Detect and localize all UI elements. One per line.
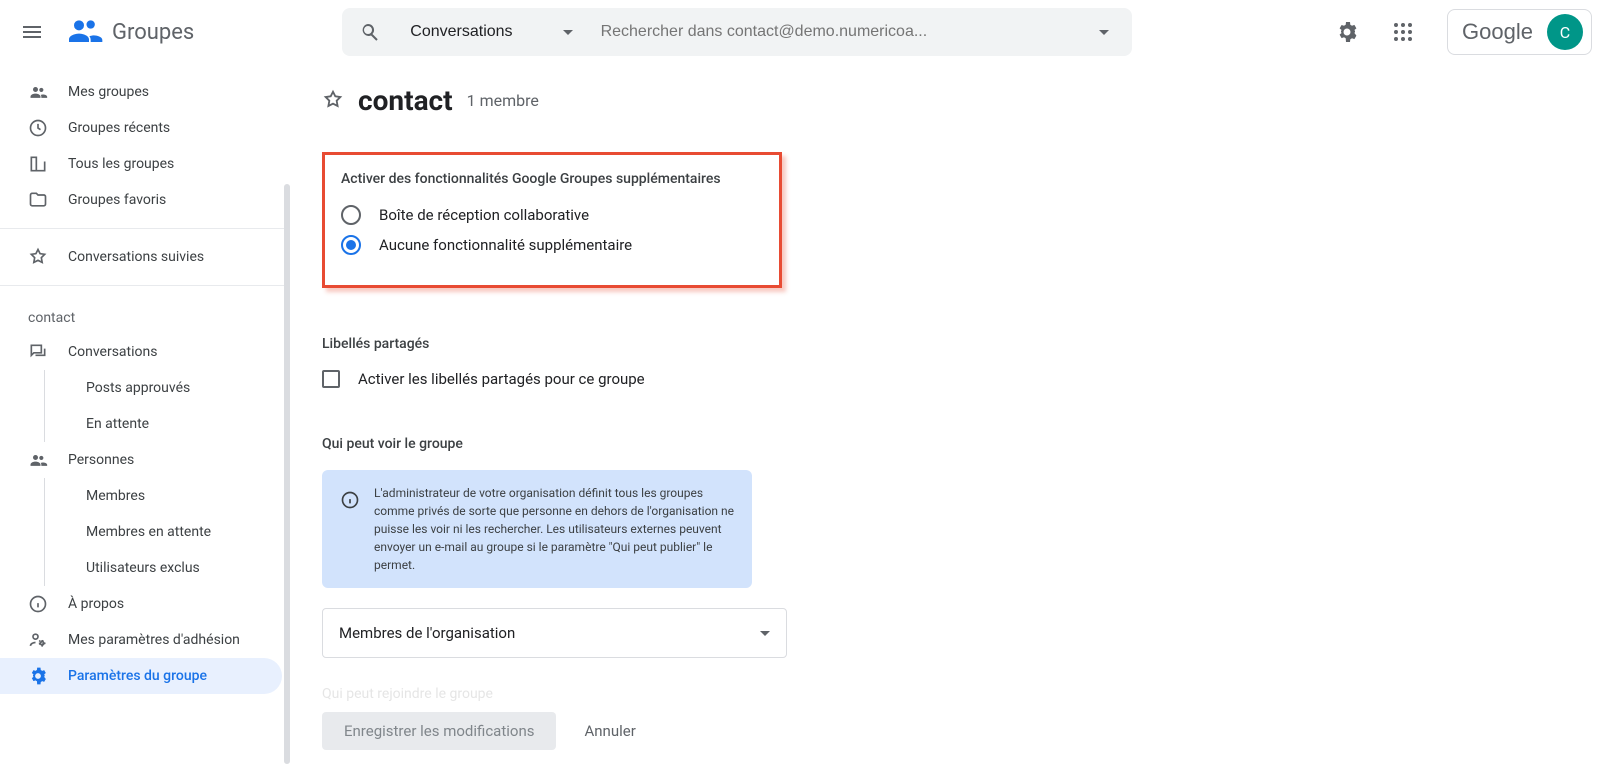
sidebar-item-pending-members[interactable]: Membres en attente — [0, 514, 282, 550]
folder-star-icon — [28, 190, 48, 210]
page-title: contact — [358, 84, 453, 117]
user-gear-icon — [28, 630, 48, 650]
select-value: Membres de l'organisation — [339, 624, 515, 642]
visibility-select[interactable]: Membres de l'organisation — [322, 608, 787, 658]
clock-icon — [28, 118, 48, 138]
search-scope-dropdown[interactable]: Conversations — [398, 23, 584, 41]
checkbox-label: Activer les libellés partagés pour ce gr… — [358, 370, 645, 388]
radio-button[interactable] — [341, 205, 361, 225]
section-heading: Qui peut voir le groupe — [322, 436, 1576, 452]
cancel-button[interactable]: Annuler — [576, 712, 643, 750]
sidebar: Mes groupes Groupes récents Tous les gro… — [0, 64, 290, 764]
star-outline-icon — [322, 89, 344, 111]
search-input[interactable] — [593, 23, 1077, 41]
sidebar-item-my-groups[interactable]: Mes groupes — [0, 74, 282, 110]
chevron-down-icon — [1099, 30, 1109, 35]
section-heading: Activer des fonctionnalités Google Group… — [341, 171, 763, 187]
main-menu-button[interactable] — [8, 8, 56, 56]
section-heading: Libellés partagés — [322, 336, 1576, 352]
main-content: contact 1 membre Activer des fonctionnal… — [290, 64, 1600, 764]
form-footer: Enregistrer les modifications Annuler — [322, 712, 1600, 750]
sidebar-item-favorite-groups[interactable]: Groupes favoris — [0, 182, 282, 218]
shared-labels-checkbox-row[interactable]: Activer les libellés partagés pour ce gr… — [322, 370, 1576, 388]
chevron-down-icon — [563, 30, 573, 35]
sidebar-item-starred-conversations[interactable]: Conversations suivies — [0, 239, 282, 275]
star-outline-icon — [28, 247, 48, 267]
apps-button[interactable] — [1379, 8, 1427, 56]
account-switcher[interactable]: Google C — [1447, 9, 1592, 55]
chevron-down-icon — [760, 631, 770, 636]
sidebar-item-conversations[interactable]: Conversations — [0, 334, 282, 370]
app-header: Groupes Conversations Google C — [0, 0, 1600, 64]
section-heading: Qui peut rejoindre le groupe — [322, 686, 1576, 702]
apps-grid-icon — [1391, 20, 1415, 44]
search-bar: Conversations — [342, 8, 1132, 56]
info-icon — [28, 594, 48, 614]
sidebar-item-about[interactable]: À propos — [0, 586, 282, 622]
gear-icon — [1335, 20, 1359, 44]
radio-button[interactable] — [341, 235, 361, 255]
sidebar-item-people[interactable]: Personnes — [0, 442, 282, 478]
info-text: L'administrateur de votre organisation d… — [374, 484, 734, 574]
search-options-button[interactable] — [1084, 30, 1124, 35]
groups-logo-icon — [64, 12, 104, 52]
google-logo: Google — [1462, 19, 1533, 45]
radio-label: Boîte de réception collaborative — [379, 206, 589, 224]
people-icon — [28, 450, 48, 470]
admin-info-banner: L'administrateur de votre organisation d… — [322, 470, 752, 588]
chat-icon — [28, 342, 48, 362]
sidebar-item-banned-users[interactable]: Utilisateurs exclus — [0, 550, 282, 586]
info-icon — [340, 490, 360, 510]
additional-features-section: Activer des fonctionnalités Google Group… — [322, 152, 782, 288]
product-logo[interactable]: Groupes — [64, 12, 194, 52]
save-button: Enregistrer les modifications — [322, 712, 556, 750]
search-button[interactable] — [350, 12, 390, 52]
sidebar-item-all-groups[interactable]: Tous les groupes — [0, 146, 282, 182]
product-name: Groupes — [112, 20, 194, 45]
hamburger-icon — [20, 20, 44, 44]
radio-label: Aucune fonctionnalité supplémentaire — [379, 236, 632, 254]
sidebar-item-pending[interactable]: En attente — [0, 406, 282, 442]
sidebar-item-membership-settings[interactable]: Mes paramètres d'adhésion — [0, 622, 282, 658]
sidebar-item-group-settings[interactable]: Paramètres du groupe — [0, 658, 282, 694]
gear-icon — [28, 666, 48, 686]
radio-no-additional[interactable]: Aucune fonctionnalité supplémentaire — [341, 235, 763, 255]
sidebar-group-heading: contact — [0, 296, 290, 334]
star-group-button[interactable] — [322, 89, 344, 111]
avatar[interactable]: C — [1547, 14, 1583, 50]
people-icon — [28, 82, 48, 102]
sidebar-item-members[interactable]: Membres — [0, 478, 282, 514]
search-scope-label: Conversations — [410, 23, 512, 41]
domain-icon — [28, 154, 48, 174]
sidebar-item-approved-posts[interactable]: Posts approuvés — [0, 370, 282, 406]
radio-collaborative-inbox[interactable]: Boîte de réception collaborative — [341, 205, 763, 225]
member-count[interactable]: 1 membre — [467, 91, 539, 110]
sidebar-item-recent-groups[interactable]: Groupes récents — [0, 110, 282, 146]
settings-button[interactable] — [1323, 8, 1371, 56]
checkbox[interactable] — [322, 370, 340, 388]
search-icon — [358, 20, 382, 44]
